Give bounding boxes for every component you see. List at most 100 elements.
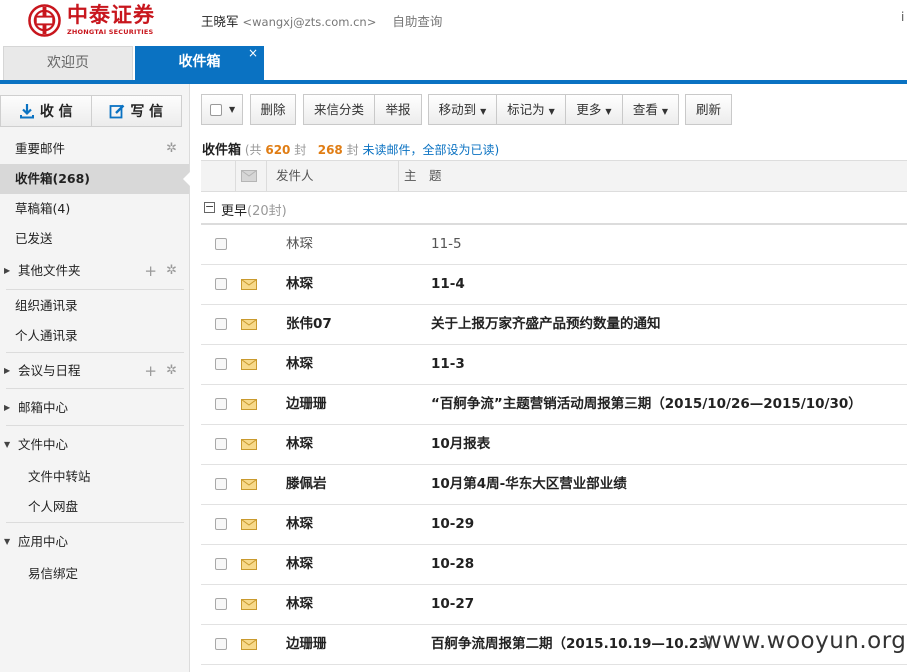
report-button[interactable]: 举报: [374, 94, 422, 125]
tab-close-icon[interactable]: ×: [248, 37, 258, 70]
more-label: 更多: [576, 102, 602, 117]
chevron-down-icon: ▼: [480, 107, 487, 116]
mail-select-checkbox[interactable]: [215, 438, 227, 450]
mark-all-read-link[interactable]: ，全部设为已读): [410, 143, 499, 157]
total-prefix: (共: [244, 143, 262, 157]
compose-mail-button[interactable]: 写 信: [90, 96, 182, 126]
chevron-down-icon: ▼: [605, 107, 612, 116]
mail-select-checkbox[interactable]: [215, 238, 227, 250]
mail-select-checkbox[interactable]: [215, 558, 227, 570]
view-dropdown[interactable]: 查看 ▼: [622, 94, 679, 125]
refresh-button[interactable]: 刷新: [685, 94, 732, 125]
mail-subject: 10-27: [431, 596, 475, 612]
mail-row[interactable]: 林琛 11-5: [201, 225, 907, 265]
subject-column-header[interactable]: 主 题: [404, 161, 442, 191]
more-dropdown[interactable]: 更多 ▼: [565, 94, 623, 125]
mail-sender: 滕佩岩: [286, 476, 327, 492]
mail-sender: 张伟07: [286, 316, 332, 332]
mail-row[interactable]: 林琛 11-4: [201, 265, 907, 305]
mail-subject: 11-4: [431, 276, 465, 292]
mail-subject: 11-5: [431, 236, 462, 252]
mail-select-checkbox[interactable]: [215, 358, 227, 370]
add-icon[interactable]: +: [144, 256, 157, 286]
classify-button[interactable]: 来信分类: [303, 94, 375, 125]
select-all-dropdown[interactable]: ▼: [201, 94, 243, 125]
unread-mail-link[interactable]: 未读邮件: [362, 143, 410, 157]
sidebar-item-file-transfer[interactable]: 文件中转站: [0, 462, 189, 492]
sidebar-item-org-contacts[interactable]: 组织通讯录: [0, 291, 189, 321]
collapse-triangle-icon[interactable]: ▼: [4, 527, 10, 557]
mail-select-checkbox[interactable]: [215, 478, 227, 490]
mail-type-column-icon[interactable]: [241, 170, 257, 182]
sidebar-item-yixin-binding[interactable]: 易信绑定: [0, 559, 189, 589]
mail-row[interactable]: 林琛 11-3: [201, 345, 907, 385]
gear-icon[interactable]: ✲: [166, 256, 177, 286]
mail-row[interactable]: 林琛 10月报表: [201, 425, 907, 465]
mail-row[interactable]: 林琛 10-27: [201, 585, 907, 625]
active-indicator: [183, 172, 190, 186]
logo-english-name: ZHONGTAI SECURITIES: [67, 27, 154, 36]
mail-sender: 林琛: [286, 516, 313, 532]
mail-select-checkbox[interactable]: [215, 518, 227, 530]
mail-select-checkbox[interactable]: [215, 278, 227, 290]
mail-row[interactable]: 滕佩岩 10月第4周-华东大区营业部业绩: [201, 465, 907, 505]
mail-row[interactable]: 边珊珊 “百舸争流”主题营销活动周报第三期（2015/10/26—2015/10/…: [201, 385, 907, 425]
gear-icon[interactable]: ✲: [166, 356, 177, 386]
company-logo[interactable]: 中泰证券 ZHONGTAI SECURITIES: [28, 2, 155, 38]
move-to-dropdown[interactable]: 移动到 ▼: [428, 94, 497, 125]
sidebar-item-label: 会议与日程: [18, 363, 81, 378]
header-overflow-icon[interactable]: i: [901, 10, 907, 24]
sidebar-item-other-folders[interactable]: ▶ 其他文件夹 + ✲: [0, 256, 189, 286]
mail-select-checkbox[interactable]: [215, 398, 227, 410]
sidebar-divider: [6, 522, 184, 523]
folder-title: 收件箱: [202, 143, 242, 158]
mail-select-checkbox[interactable]: [215, 638, 227, 650]
sidebar-item-personal-contacts[interactable]: 个人通讯录: [0, 321, 189, 351]
mail-sender: 林琛: [286, 556, 313, 572]
group-count: (20封): [247, 204, 287, 219]
sidebar-item-label: 文件中转站: [28, 469, 91, 484]
collapse-group-icon[interactable]: −: [204, 201, 215, 213]
sidebar-item-file-center[interactable]: ▼ 文件中心: [0, 430, 189, 460]
mail-select-checkbox[interactable]: [215, 318, 227, 330]
sidebar-item-label: 文件中心: [18, 437, 69, 452]
receive-mail-button[interactable]: 收 信: [1, 96, 91, 126]
sidebar-item-label: 组织通讯录: [15, 298, 78, 313]
move-to-label: 移动到: [438, 102, 477, 117]
sidebar-item-important[interactable]: 重要邮件 ✲: [0, 134, 189, 164]
sidebar-item-label: 其他文件夹: [18, 263, 81, 278]
expand-triangle-icon[interactable]: ▶: [4, 256, 10, 286]
sidebar-item-mailbox-center[interactable]: ▶ 邮箱中心: [0, 393, 189, 423]
mail-group-header[interactable]: − 更早(20封): [201, 192, 907, 225]
view-label: 查看: [632, 102, 658, 117]
tab-inbox[interactable]: 收件箱 ×: [135, 46, 264, 80]
sidebar-item-app-center[interactable]: ▼ 应用中心: [0, 527, 189, 557]
sidebar-item-personal-disk[interactable]: 个人网盘: [0, 492, 189, 522]
sidebar-item-inbox[interactable]: 收件箱(268): [0, 164, 190, 194]
sidebar-item-meetings[interactable]: ▶ 会议与日程 + ✲: [0, 356, 189, 386]
collapse-triangle-icon[interactable]: ▼: [4, 430, 10, 460]
unread-count: 268: [317, 143, 343, 157]
gear-icon[interactable]: ✲: [166, 134, 177, 164]
sidebar-item-drafts[interactable]: 草稿箱(4): [0, 194, 189, 224]
mark-as-dropdown[interactable]: 标记为 ▼: [496, 94, 566, 125]
mail-row[interactable]: 林琛 10-29: [201, 505, 907, 545]
mail-subject: 11-3: [431, 356, 465, 372]
mail-sender: 林琛: [286, 436, 313, 452]
tab-welcome[interactable]: 欢迎页: [3, 46, 133, 80]
self-service-query-link[interactable]: 自助查询: [392, 14, 442, 29]
expand-triangle-icon[interactable]: ▶: [4, 356, 10, 386]
add-icon[interactable]: +: [144, 356, 157, 386]
sidebar-item-sent[interactable]: 已发送: [0, 224, 189, 254]
select-all-checkbox[interactable]: [210, 104, 222, 116]
sender-column-header[interactable]: 发件人: [276, 161, 314, 191]
group-title: 更早: [221, 204, 248, 219]
sidebar: 收 信 写 信 重要邮件 ✲ 收件箱(268) 草稿箱(4) 已发送 ▶ 其他文…: [0, 84, 190, 672]
expand-triangle-icon[interactable]: ▶: [4, 393, 10, 423]
unread-envelope-icon: [241, 559, 257, 570]
mail-select-checkbox[interactable]: [215, 598, 227, 610]
mail-row[interactable]: 张伟07 关于上报万家齐盛产品预约数量的通知: [201, 305, 907, 345]
unread-unit: 封: [346, 143, 359, 157]
delete-button[interactable]: 删除: [250, 94, 296, 125]
mail-row[interactable]: 林琛 10-28: [201, 545, 907, 585]
